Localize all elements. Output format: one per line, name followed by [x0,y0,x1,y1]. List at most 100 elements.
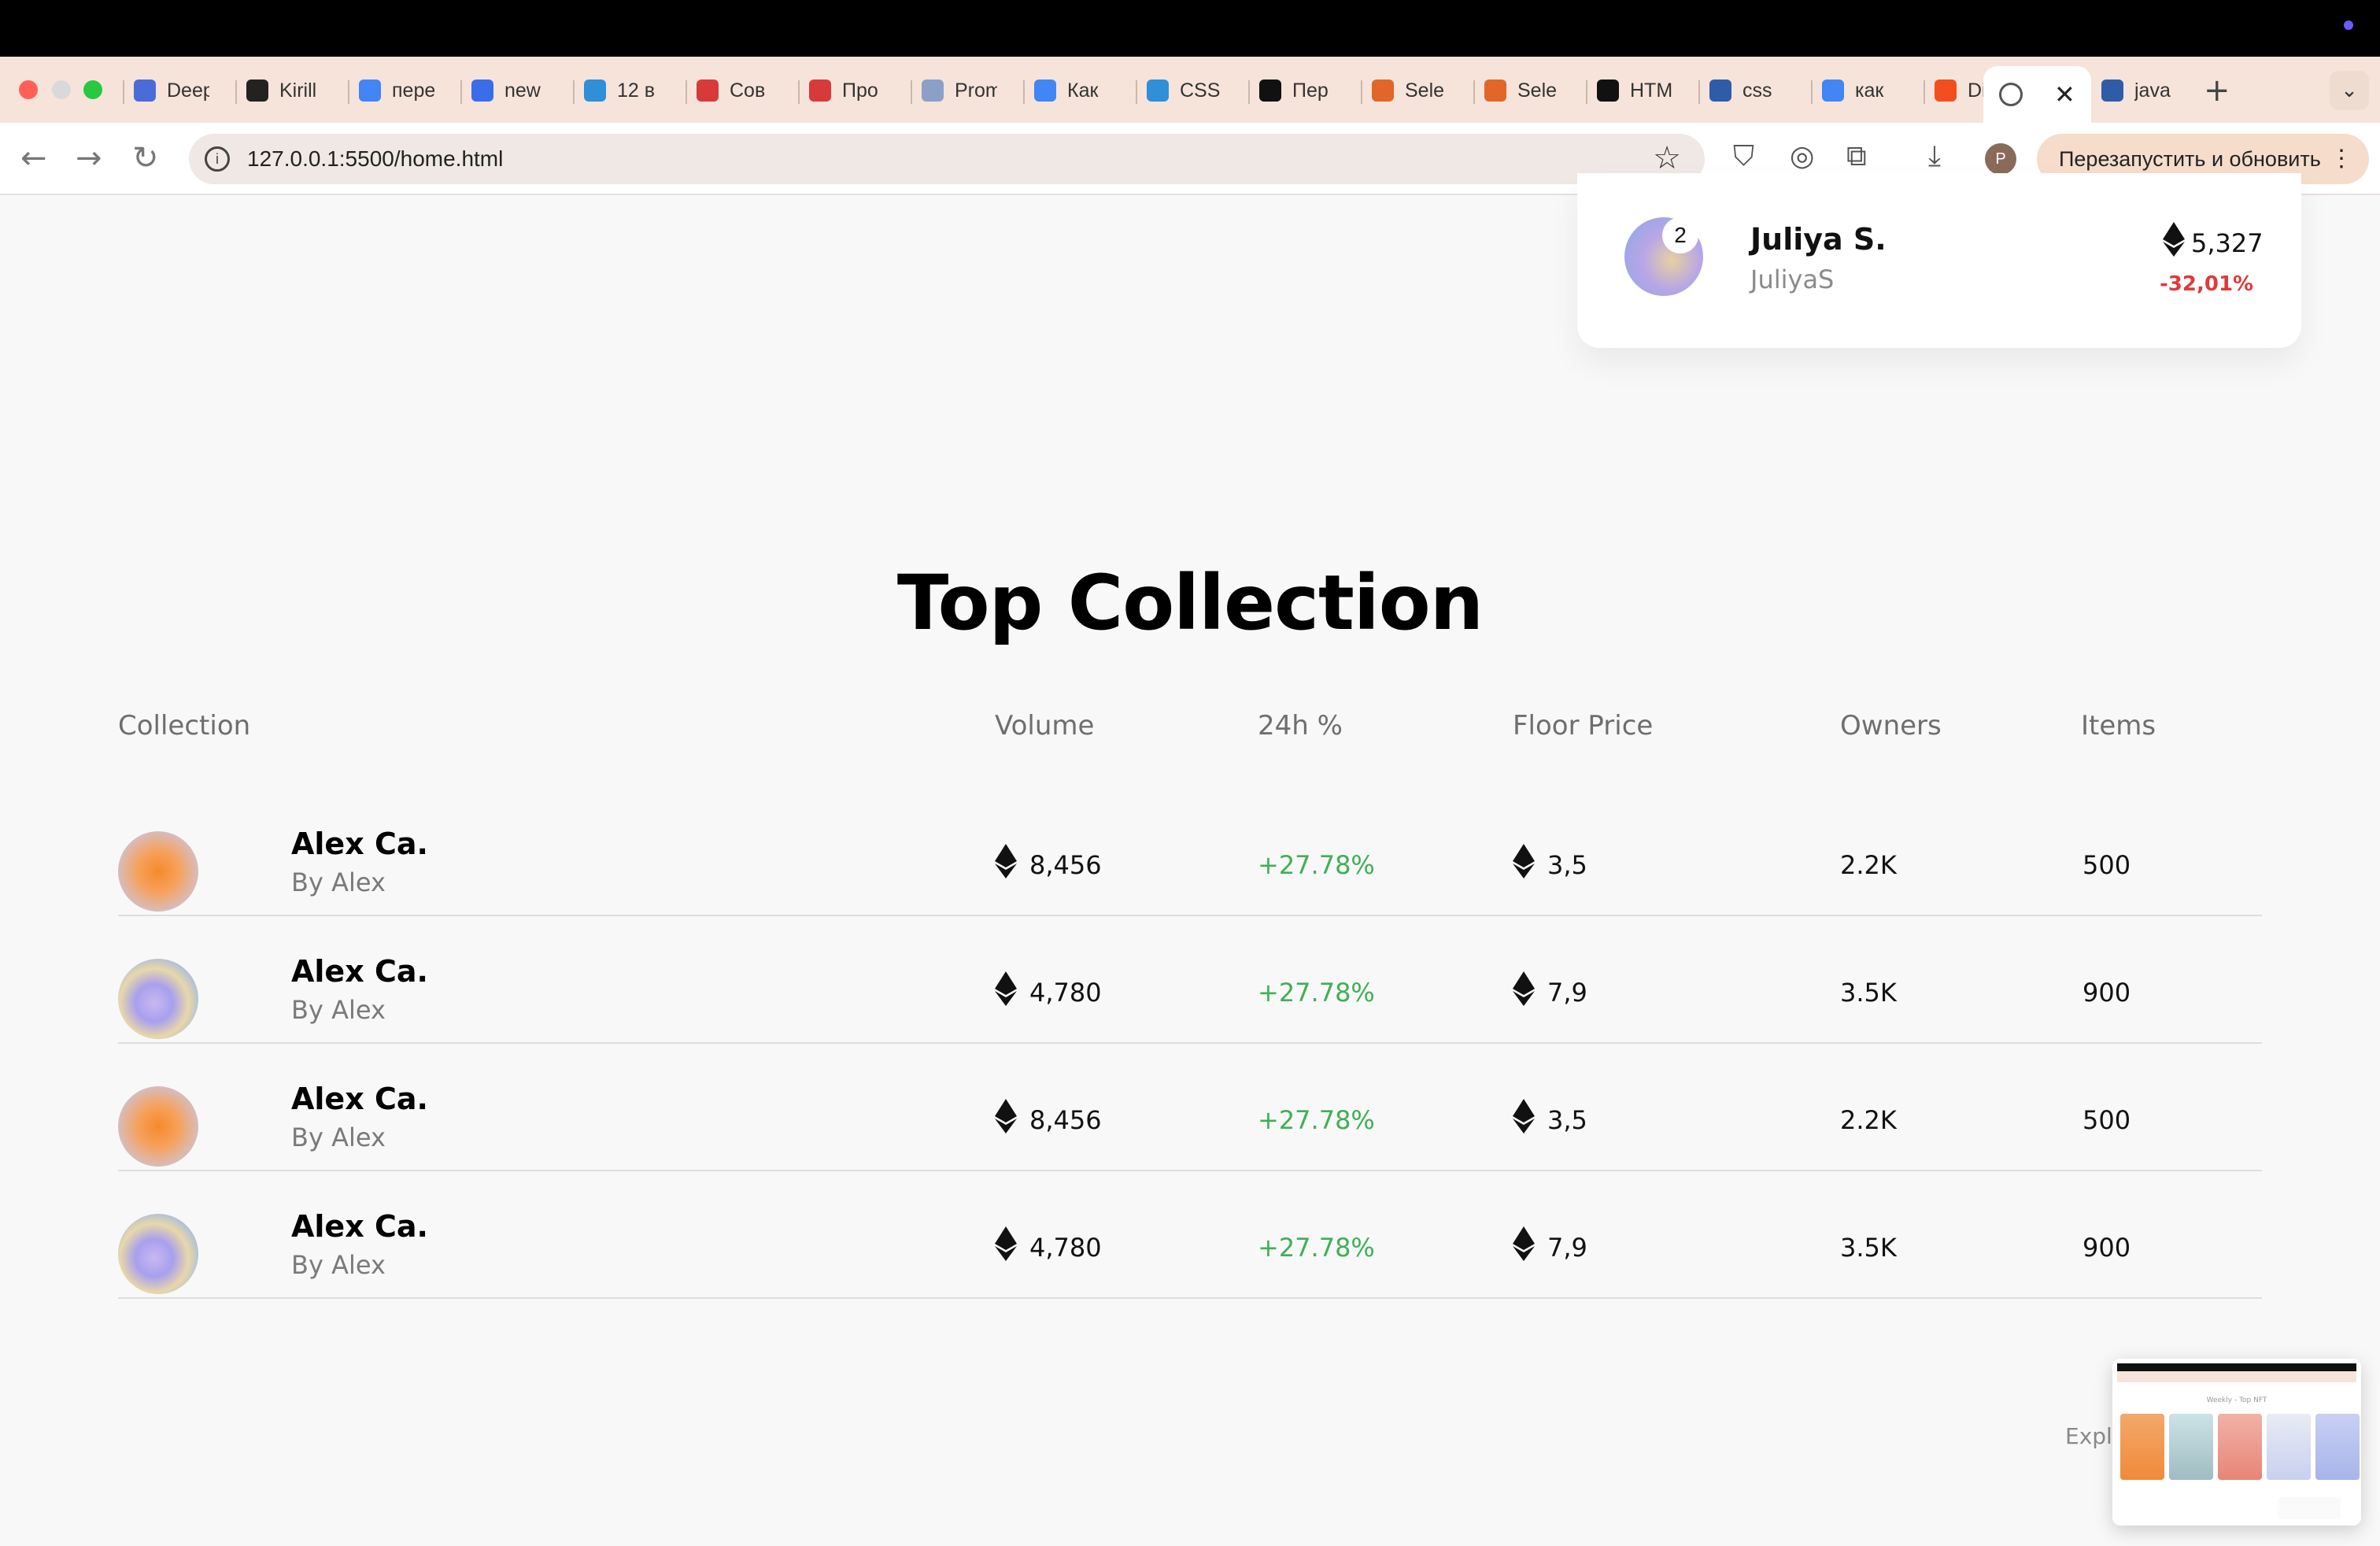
close-tab-icon[interactable]: ✕ [2054,80,2075,109]
tab-favicon-icon [1597,80,1619,102]
tab-separator [460,80,462,104]
tab-label: HTML [1630,79,1672,102]
collection-creator: By Alex [291,995,386,1025]
change-value: +27.78% [1258,1233,1375,1263]
tab-favicon-icon [134,80,156,102]
collection-thumbnail [118,959,198,1039]
tab-separator [911,80,912,104]
seller-change: -32,01% [2160,272,2254,296]
browser-tab[interactable]: как [1822,71,1898,110]
system-menu-bar [0,0,2380,57]
tab-search-button[interactable]: ⌄ [2330,71,2369,110]
tab-label: java [2134,79,2171,102]
url-text[interactable]: 127.0.0.1:5500/home.html [247,146,503,172]
collection-thumbnail [118,1214,198,1294]
tab-label: Sele [1405,79,1445,102]
reload-button[interactable]: ↻ [132,140,159,176]
window-minimize-button[interactable] [52,80,71,99]
collection-name: Alex Ca. [291,954,428,989]
tab-java[interactable]: java [2101,71,2177,110]
tab-favicon-icon [471,80,493,102]
ethereum-icon [1513,844,1535,878]
preview-menubar [2117,1363,2356,1371]
col-header-owners: Owners [1840,710,1942,742]
browser-tab[interactable]: Kirill [246,71,322,110]
browser-tab[interactable]: CSS [1147,71,1222,110]
bookmark-star-icon[interactable]: ☆ [1653,140,1681,176]
browser-tab[interactable]: Как [1034,71,1110,110]
tab-separator [1924,80,1925,104]
tab-separator [1811,80,1813,104]
browser-tab[interactable]: Пер [1259,71,1335,110]
items-value: 500 [2082,850,2131,880]
preview-card [2218,1414,2262,1480]
preview-card [2120,1414,2164,1480]
browser-tab-strip: Deepl Kirill переводчик new 12 в Сов Про Prom Ка… [0,57,2380,123]
browser-tab[interactable]: Deepl [134,71,209,110]
tab-favicon-icon [1259,80,1281,102]
seller-name: Juliya S. [1750,222,1887,257]
top-seller-card[interactable]: 2 Juliya S. JuliyaS 5,327 -32,01% [1577,173,2301,348]
tab-favicon-icon [359,80,381,102]
browser-tab[interactable]: Sele [1372,71,1447,110]
tab-separator [1473,80,1475,104]
section-title: Top Collection [896,559,1484,647]
translate-extension-icon[interactable]: ◎ [1790,140,1814,172]
browser-tab[interactable]: переводчик [359,71,434,110]
tab-label: css [1743,79,1772,102]
volume-value: 4,780 [1029,1233,1102,1263]
new-tab-button[interactable]: + [2204,72,2230,109]
browser-tab[interactable]: Prom [922,71,997,110]
tab-favicon-icon [2101,80,2123,102]
extensions-puzzle-icon[interactable]: ⧉ [1846,140,1867,173]
browser-tab[interactable]: Про [809,71,885,110]
table-row[interactable]: Alex Ca. By Alex 4,780 +27.78% 7,9 3.5K 900 [118,916,2262,1044]
site-info-icon[interactable]: i [205,146,230,172]
table-row[interactable]: Alex Ca. By Alex 4,780 +27.78% 7,9 3.5K 900 [118,1171,2262,1299]
collection-creator: By Alex [291,1123,386,1152]
browser-tab[interactable]: 12 в [584,71,660,110]
browser-tab[interactable]: HTML [1597,71,1672,110]
volume-value: 8,456 [1029,850,1102,880]
table-row[interactable]: Alex Ca. By Alex 8,456 +27.78% 3,5 2.2K 500 [118,1044,2262,1171]
tab-separator [1586,80,1587,104]
col-header-collection: Collection [118,710,251,742]
profile-avatar[interactable]: P [1985,143,2016,175]
back-button[interactable]: ← [20,140,47,176]
browser-tab[interactable]: new [471,71,547,110]
volume-value: 8,456 [1029,1105,1102,1135]
status-dot-icon [2344,20,2353,30]
download-icon[interactable]: ⤓ [1928,140,1941,173]
tab-hover-preview: Weekly - Top NFT [2112,1359,2361,1526]
browser-tab[interactable]: Sele [1484,71,1560,110]
menu-kebab-icon[interactable]: ⋮ [2330,134,2353,184]
browser-tab[interactable]: css [1709,71,1785,110]
shield-extension-icon[interactable]: ⛉ [1733,140,1754,173]
owners-value: 2.2K [1840,850,1897,880]
tab-label: Сов [730,79,766,102]
tab-separator [573,80,575,104]
window-zoom-button[interactable] [83,80,102,99]
ethereum-icon [995,1099,1017,1134]
table-row[interactable]: Alex Ca. By Alex 8,456 +27.78% 3,5 2.2K 500 [118,789,2262,916]
tab-label: new [504,79,541,102]
preview-title: Weekly - Top NFT [2206,1396,2267,1404]
preview-card [2315,1414,2360,1480]
preview-card [2169,1414,2213,1480]
ethereum-icon [995,844,1017,878]
tab-label: Пер [1292,79,1329,102]
relaunch-label: Перезапустить и обновить [2059,147,2321,171]
owners-value: 2.2K [1840,1105,1897,1135]
rank-badge: 2 [1662,217,1698,253]
col-header-volume: Volume [995,710,1095,742]
active-tab[interactable]: ✕ [1983,66,2091,123]
collection-thumbnail [118,1086,198,1167]
browser-tab[interactable]: Сов [697,71,772,110]
forward-button[interactable]: → [76,140,102,176]
address-bar[interactable]: i 127.0.0.1:5500/home.html ☆ [189,134,1705,184]
window-close-button[interactable] [19,80,38,99]
change-value: +27.78% [1258,1105,1375,1135]
tab-favicon-icon [809,80,831,102]
seller-handle: JuliyaS [1750,264,1835,294]
tab-favicon-icon [1822,80,1844,102]
